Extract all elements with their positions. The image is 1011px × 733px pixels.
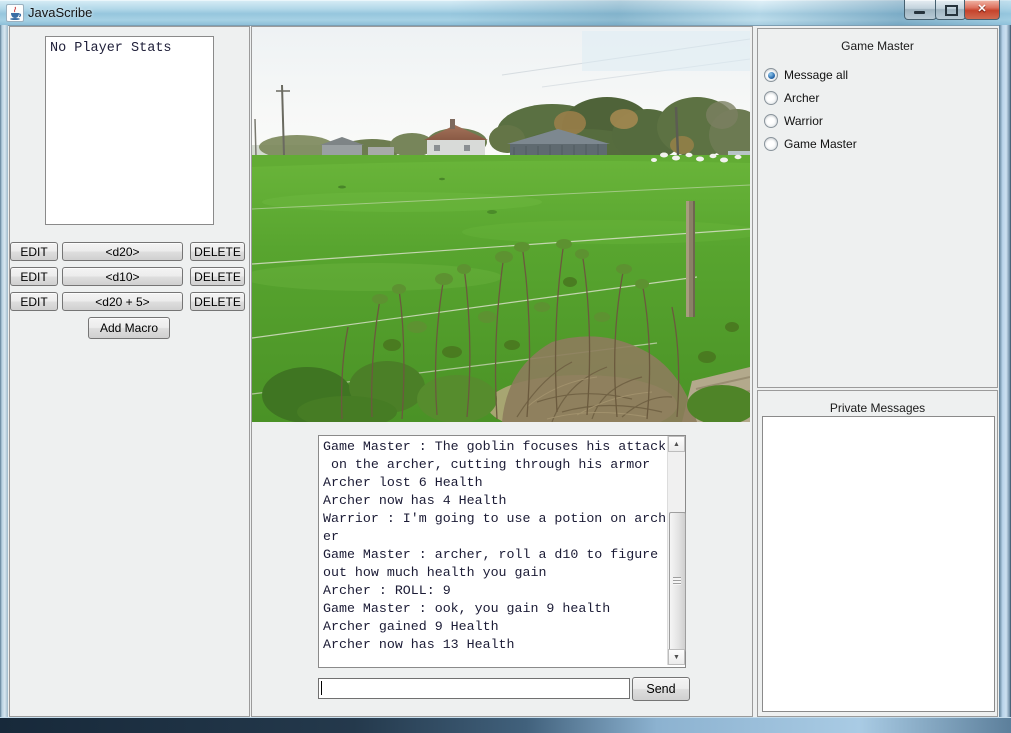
window-border-bottom — [0, 717, 1011, 733]
recipient-panel: Game Master Message all Archer Warrior G… — [757, 28, 998, 388]
radio-warrior[interactable]: Warrior — [764, 113, 823, 129]
radio-archer[interactable]: Archer — [764, 90, 819, 106]
chat-log[interactable]: Game Master : The goblin focuses his att… — [323, 438, 665, 664]
edit-macro-3-button[interactable]: EDIT — [10, 292, 58, 311]
delete-macro-2-button[interactable]: DELETE — [190, 267, 245, 286]
radio-label: Archer — [784, 91, 820, 105]
add-macro-button[interactable]: Add Macro — [88, 317, 170, 339]
macro-d20plus5-button[interactable]: <d20 + 5> — [62, 292, 183, 311]
radio-label: Warrior — [784, 114, 823, 128]
window-title: JavaScribe — [28, 5, 93, 20]
delete-macro-1-button[interactable]: DELETE — [190, 242, 245, 261]
scroll-down-icon[interactable]: ▼ — [668, 649, 685, 665]
radio-game-master[interactable]: Game Master — [764, 136, 857, 152]
delete-macro-3-button[interactable]: DELETE — [190, 292, 245, 311]
private-messages-title: Private Messages — [829, 401, 926, 415]
edit-macro-1-button[interactable]: EDIT — [10, 242, 58, 261]
scroll-up-icon[interactable]: ▲ — [668, 436, 685, 452]
text-caret — [321, 681, 322, 695]
macro-d20-button[interactable]: <d20> — [62, 242, 183, 261]
chat-scrollbar[interactable]: ▲ ▼ — [667, 436, 686, 665]
macro-d10-button[interactable]: <d10> — [62, 267, 183, 286]
scrollbar-grip-icon — [673, 577, 681, 585]
player-stats-textarea[interactable]: No Player Stats — [45, 36, 214, 225]
radio-unselected-icon[interactable] — [764, 91, 778, 105]
send-button[interactable]: Send — [632, 677, 690, 701]
close-button[interactable]: ✕ — [964, 0, 1000, 20]
window-border-right — [999, 25, 1011, 718]
close-icon: ✕ — [977, 3, 987, 15]
edit-macro-2-button[interactable]: EDIT — [10, 267, 58, 286]
maximize-icon — [945, 5, 958, 16]
message-input[interactable] — [318, 678, 630, 699]
scrollbar-thumb[interactable] — [669, 512, 686, 652]
radio-unselected-icon[interactable] — [764, 114, 778, 128]
private-messages-textarea[interactable] — [762, 416, 995, 712]
app-window: JavaScribe ✕ No Player Stats EDIT <d20> … — [0, 0, 1011, 733]
chat-log-container: Game Master : The goblin focuses his att… — [318, 435, 686, 668]
radio-unselected-icon[interactable] — [764, 137, 778, 151]
radio-message-all[interactable]: Message all — [764, 67, 848, 83]
java-logo-icon — [6, 4, 24, 22]
minimize-button[interactable] — [904, 0, 937, 20]
minimize-icon — [914, 11, 925, 14]
title-bar[interactable] — [0, 0, 1011, 26]
radio-label: Game Master — [784, 137, 857, 151]
radio-label: Message all — [784, 68, 849, 82]
window-border-left — [0, 25, 8, 718]
recipient-panel-title: Game Master — [841, 39, 914, 53]
field-photo — [252, 27, 750, 422]
radio-selected-icon[interactable] — [764, 68, 778, 82]
maximize-button[interactable] — [935, 0, 966, 20]
